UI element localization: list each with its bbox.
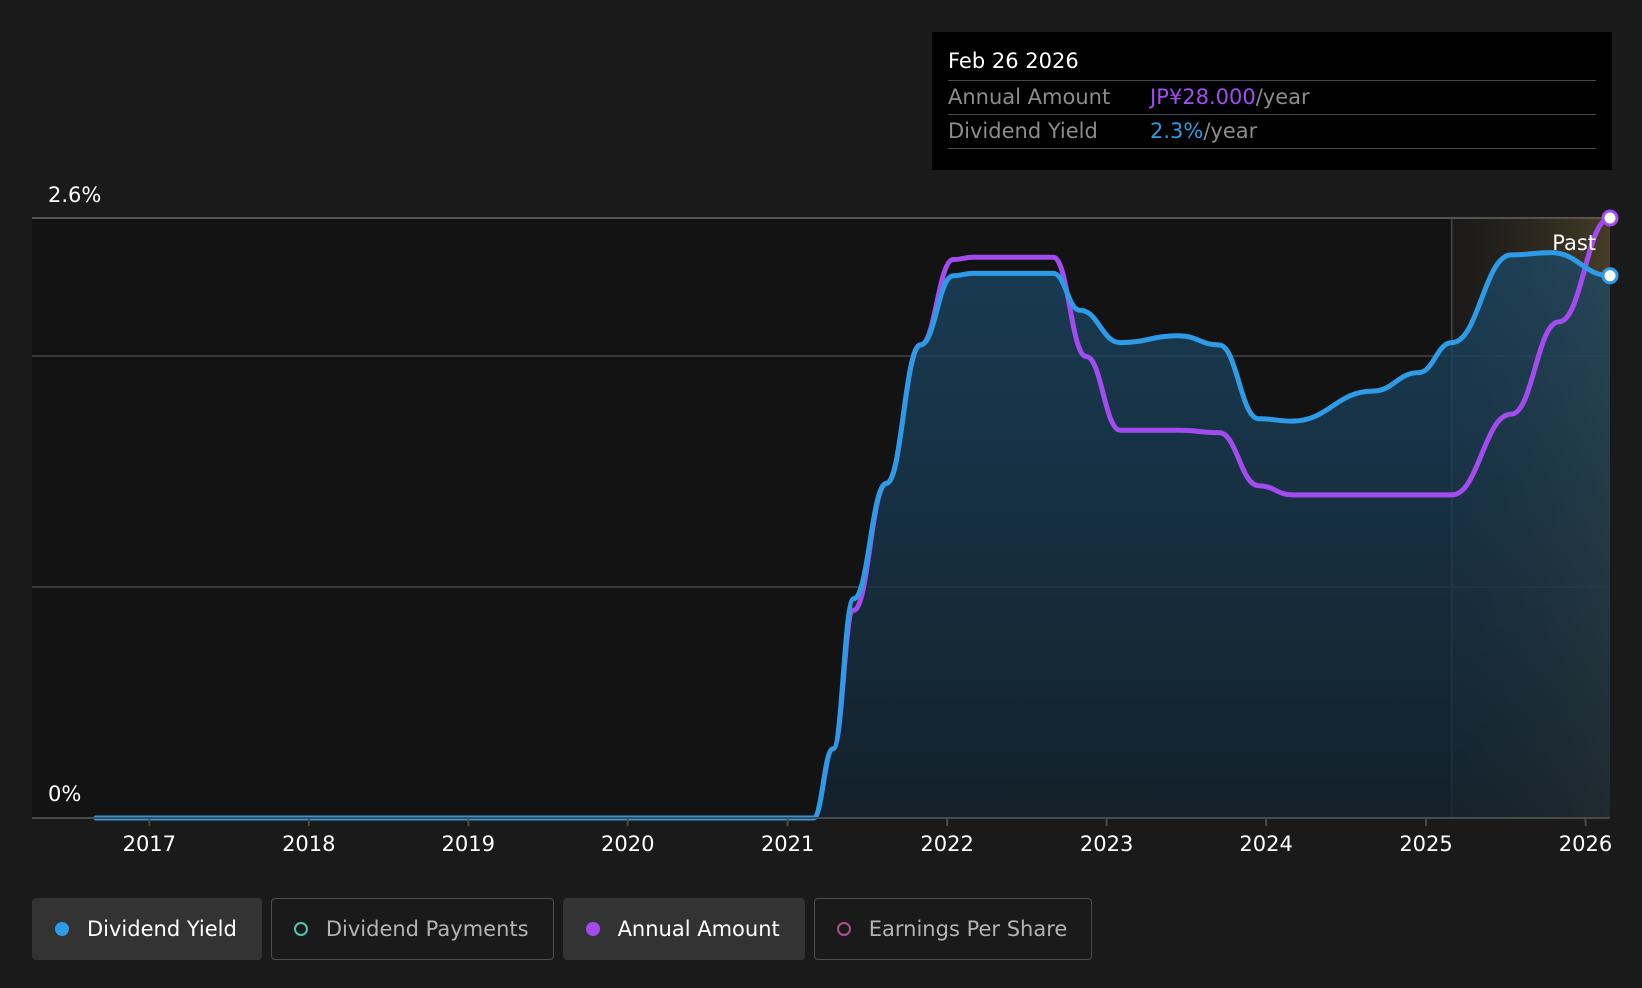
legend-label: Annual Amount — [617, 917, 780, 941]
x-axis-ticks: 2017 2018 2019 2020 2021 2022 2023 2024 2025 2026 — [123, 818, 1612, 856]
tooltip-label: Annual Amount — [948, 85, 1111, 109]
tooltip-unit: /year — [1255, 85, 1310, 109]
legend-item-earnings-per-share[interactable]: Earnings Per Share — [813, 898, 1093, 960]
tooltip-row-annual-amount: Annual Amount JP¥28.000/year — [948, 81, 1596, 115]
legend-item-annual-amount[interactable]: Annual Amount — [562, 898, 805, 960]
legend-label: Dividend Payments — [325, 917, 529, 941]
tooltip-value: JP¥28.000 — [1150, 85, 1256, 109]
y-axis-bottom-label: 0% — [48, 782, 81, 806]
dividend-yield-end-marker — [1601, 267, 1619, 285]
legend-dot-icon — [293, 922, 308, 936]
dividend-chart-widget: Past 2.6% 0% 2017 2018 2019 2020 2021 2022 202… — [0, 0, 1642, 988]
chart-legend: Dividend Yield Dividend Payments Annual … — [32, 898, 1093, 960]
legend-label: Earnings Per Share — [868, 917, 1068, 941]
x-tick-label: 2019 — [442, 832, 495, 856]
legend-item-dividend-yield[interactable]: Dividend Yield — [32, 898, 262, 960]
tooltip-row-dividend-yield: Dividend Yield 2.3%/year — [948, 115, 1596, 149]
legend-label: Dividend Yield — [87, 917, 237, 941]
chart-tooltip: Feb 26 2026 Annual Amount JP¥28.000/year … — [932, 32, 1612, 170]
x-tick-label: 2026 — [1559, 832, 1612, 856]
x-tick-label: 2021 — [761, 832, 814, 856]
x-tick-label: 2022 — [920, 832, 973, 856]
tooltip-label: Dividend Yield — [948, 119, 1098, 143]
legend-item-dividend-payments[interactable]: Dividend Payments — [270, 898, 554, 960]
x-tick-label: 2018 — [282, 832, 335, 856]
tooltip-value: 2.3% — [1150, 119, 1204, 143]
x-tick-label: 2020 — [601, 832, 654, 856]
tooltip-unit: /year — [1203, 119, 1258, 143]
y-axis-top-label: 2.6% — [48, 183, 101, 207]
legend-dot-icon — [836, 922, 851, 936]
x-tick-label: 2017 — [123, 832, 176, 856]
legend-dot-icon — [585, 922, 600, 936]
legend-dot-icon — [55, 922, 69, 936]
tooltip-date: Feb 26 2026 — [948, 46, 1596, 81]
x-tick-label: 2023 — [1080, 832, 1133, 856]
annual-amount-end-marker — [1601, 209, 1619, 227]
x-tick-label: 2025 — [1399, 832, 1452, 856]
x-tick-label: 2024 — [1239, 832, 1292, 856]
past-label: Past — [1552, 231, 1596, 255]
